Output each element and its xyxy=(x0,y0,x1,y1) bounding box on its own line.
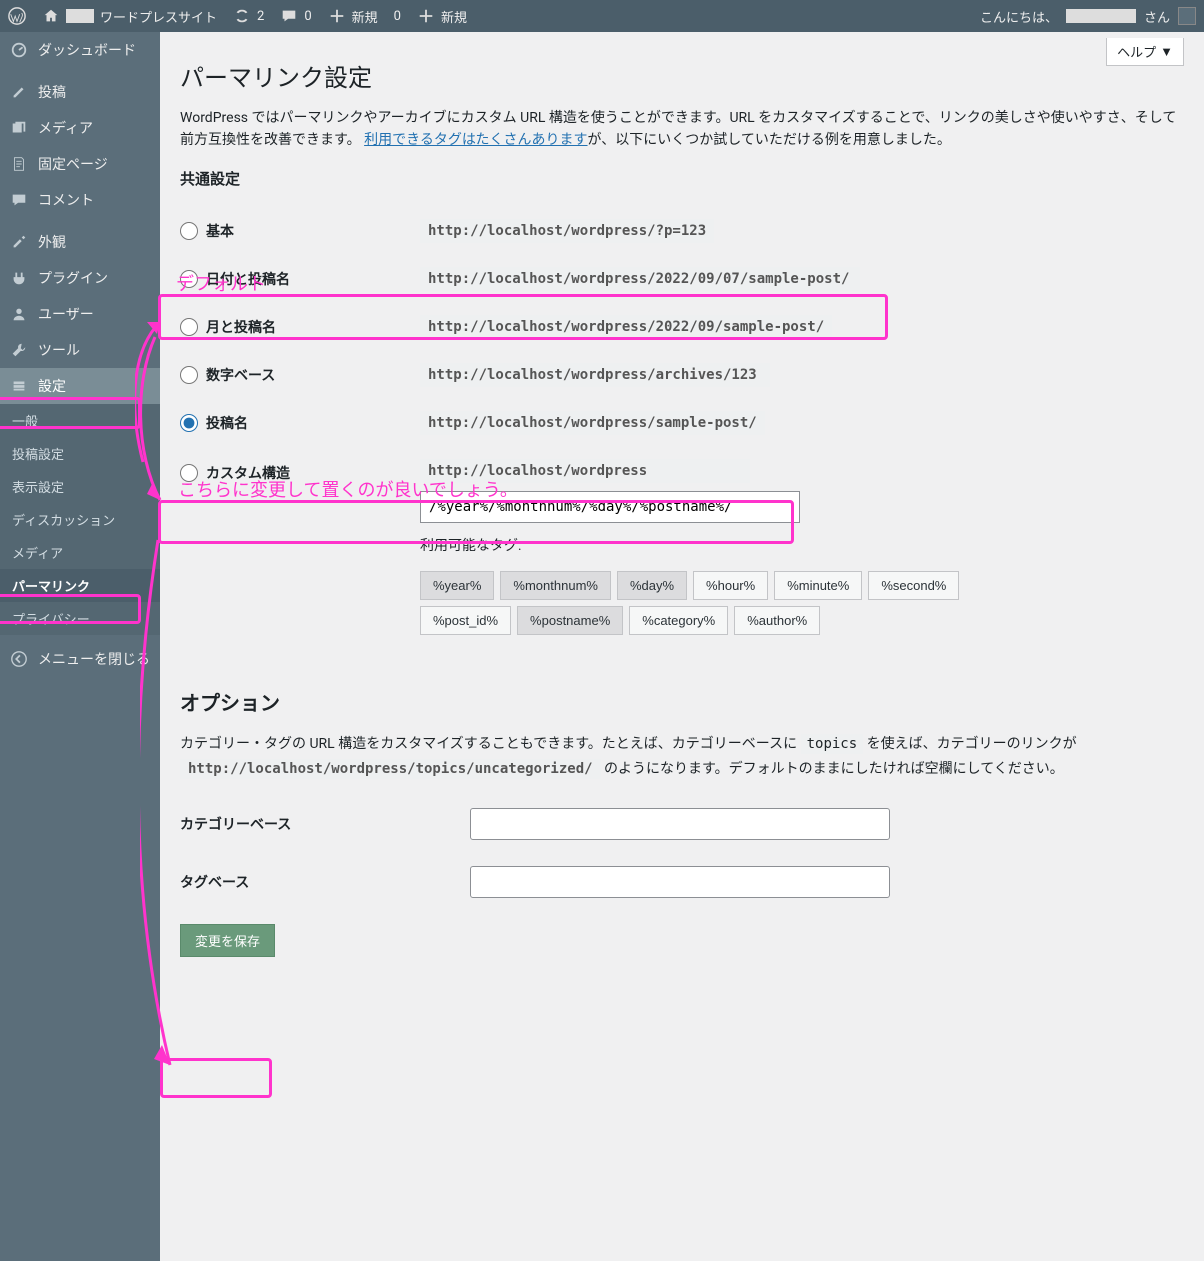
page-title: パーマリンク設定 xyxy=(180,58,1184,93)
numeric-url-example: http://localhost/wordpress/archives/123 xyxy=(420,363,770,387)
updates-icon[interactable]: 2 xyxy=(233,7,264,25)
tag-second[interactable]: %second% xyxy=(868,571,959,600)
submenu-writing[interactable]: 投稿設定 xyxy=(0,437,160,470)
tag-author[interactable]: %author% xyxy=(734,606,820,635)
category-base-input[interactable] xyxy=(470,808,890,840)
radio-basic[interactable] xyxy=(180,222,198,240)
sidebar-item-media[interactable]: メディア xyxy=(0,110,160,146)
tags-doc-link[interactable]: 利用できるタグはたくさんあります xyxy=(364,132,587,148)
main-content: ヘルプ ▼ パーマリンク設定 WordPress ではパーマリンクやアーカイブに… xyxy=(160,32,1204,1261)
radio-postname[interactable] xyxy=(180,414,198,432)
chevron-down-icon: ▼ xyxy=(1160,44,1173,60)
permalink-custom-row: カスタム構造 http://localhost/wordpress 利用可能なタ… xyxy=(180,447,1184,647)
home-icon[interactable]: ワードプレスサイト xyxy=(42,7,217,26)
category-base-label: カテゴリーベース xyxy=(180,814,470,834)
tag-hour[interactable]: %hour% xyxy=(693,571,768,600)
postname-url-example: http://localhost/wordpress/sample-post/ xyxy=(420,411,765,435)
collapse-menu[interactable]: メニューを閉じる xyxy=(0,641,160,677)
tag-buttons: %year% %monthnum% %day% %hour% %minute% … xyxy=(420,571,980,635)
category-base-row: カテゴリーベース xyxy=(180,808,1184,840)
common-heading: 共通設定 xyxy=(180,168,1184,189)
sidebar-item-tools[interactable]: ツール xyxy=(0,332,160,368)
pending-count[interactable]: 0 xyxy=(394,9,401,24)
wp-logo[interactable] xyxy=(8,7,26,25)
tag-year[interactable]: %year% xyxy=(420,571,494,600)
submenu-permalink[interactable]: パーマリンク xyxy=(0,569,160,602)
submenu-general[interactable]: 一般 xyxy=(0,404,160,437)
monthname-url-example: http://localhost/wordpress/2022/09/sampl… xyxy=(420,315,832,339)
new-content[interactable]: 新規 xyxy=(328,7,378,26)
settings-submenu: 一般 投稿設定 表示設定 ディスカッション メディア パーマリンク プライバシー xyxy=(0,404,160,635)
tag-category[interactable]: %category% xyxy=(629,606,728,635)
tag-base-input[interactable] xyxy=(470,866,890,898)
admin-bar: ワードプレスサイト 2 0 新規 0 新規 こんにちは、 さん xyxy=(0,0,1204,32)
submenu-privacy[interactable]: プライバシー xyxy=(0,602,160,635)
comments-icon[interactable]: 0 xyxy=(280,7,311,25)
permalink-dayname-row: 日付と投稿名 http://localhost/wordpress/2022/0… xyxy=(180,255,1184,303)
custom-prefix-url: http://localhost/wordpress xyxy=(420,459,750,483)
sidebar-item-posts[interactable]: 投稿 xyxy=(0,74,160,110)
sidebar-item-pages[interactable]: 固定ページ xyxy=(0,146,160,182)
permalink-basic-row: 基本 http://localhost/wordpress/?p=123 xyxy=(180,207,1184,255)
permalink-numeric-row: 数字ベース http://localhost/wordpress/archive… xyxy=(180,351,1184,399)
radio-dayname[interactable] xyxy=(180,270,198,288)
updates-count: 2 xyxy=(257,9,264,24)
tag-base-row: タグベース xyxy=(180,866,1184,898)
sidebar-item-plugins[interactable]: プラグイン xyxy=(0,260,160,296)
admin-sidebar: ダッシュボード 投稿 メディア 固定ページ コメント 外観 プラグイン ユーザー… xyxy=(0,32,160,1261)
tag-postname[interactable]: %postname% xyxy=(517,606,623,635)
tag-day[interactable]: %day% xyxy=(617,571,687,600)
intro-text: WordPress ではパーマリンクやアーカイブにカスタム URL 構造を使うこ… xyxy=(180,107,1184,152)
avatar-icon xyxy=(1178,7,1196,25)
sidebar-item-settings[interactable]: 設定 xyxy=(0,368,160,404)
tag-monthnum[interactable]: %monthnum% xyxy=(500,571,611,600)
options-description: カテゴリー・タグの URL 構造をカスタマイズすることもできます。たとえば、カテ… xyxy=(180,732,1184,782)
radio-custom[interactable] xyxy=(180,464,198,482)
basic-url-example: http://localhost/wordpress/?p=123 xyxy=(420,219,714,243)
sidebar-item-appearance[interactable]: 外観 xyxy=(0,224,160,260)
tag-postid[interactable]: %post_id% xyxy=(420,606,511,635)
help-tab[interactable]: ヘルプ ▼ xyxy=(1106,38,1184,66)
options-heading: オプション xyxy=(180,687,1184,716)
sidebar-item-dashboard[interactable]: ダッシュボード xyxy=(0,32,160,68)
account-greeting[interactable]: こんにちは、 さん xyxy=(980,7,1196,26)
permalink-postname-row: 投稿名 http://localhost/wordpress/sample-po… xyxy=(180,399,1184,447)
comments-count: 0 xyxy=(304,9,311,24)
site-name: ワードプレスサイト xyxy=(100,7,217,26)
tag-base-label: タグベース xyxy=(180,872,470,892)
tag-minute[interactable]: %minute% xyxy=(774,571,862,600)
sidebar-item-comments[interactable]: コメント xyxy=(0,182,160,218)
annotation-box-save xyxy=(160,1058,272,1098)
submenu-media[interactable]: メディア xyxy=(0,536,160,569)
new-content-2[interactable]: 新規 xyxy=(417,7,467,26)
save-button[interactable]: 変更を保存 xyxy=(180,924,275,957)
radio-numeric[interactable] xyxy=(180,366,198,384)
submenu-reading[interactable]: 表示設定 xyxy=(0,470,160,503)
submenu-discussion[interactable]: ディスカッション xyxy=(0,503,160,536)
dayname-url-example: http://localhost/wordpress/2022/09/07/sa… xyxy=(420,267,860,291)
radio-monthname[interactable] xyxy=(180,318,198,336)
available-tags-label: 利用可能なタグ: xyxy=(420,535,980,555)
custom-structure-input[interactable] xyxy=(420,491,800,523)
sidebar-item-users[interactable]: ユーザー xyxy=(0,296,160,332)
permalink-monthname-row: 月と投稿名 http://localhost/wordpress/2022/09… xyxy=(180,303,1184,351)
